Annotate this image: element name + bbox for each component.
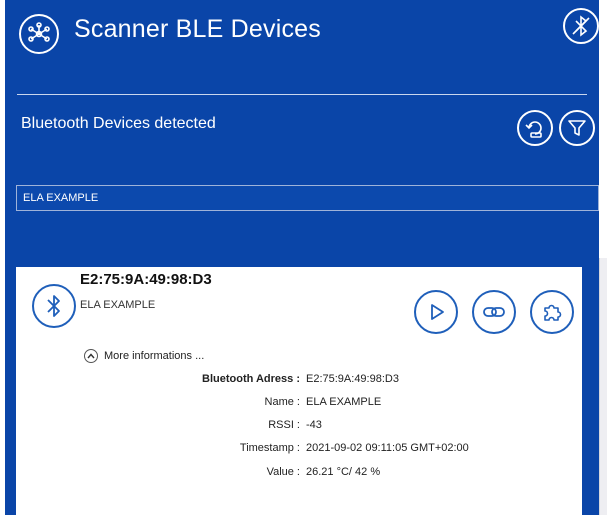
detail-value: 2021-09-02 09:11:05 GMT+02:00 (306, 442, 469, 454)
connect-button[interactable] (472, 290, 516, 334)
detail-key: RSSI : (268, 419, 300, 431)
detail-value: 26.21 °C/ 42 % (306, 466, 381, 478)
puzzle-icon (544, 304, 562, 321)
refresh-scan-icon (525, 121, 542, 138)
device-search-input[interactable] (16, 185, 599, 211)
chevron-up-icon (84, 349, 98, 363)
device-mac-address: E2:75:9A:49:98:D3 (80, 271, 212, 288)
detail-key: Value : (266, 466, 300, 478)
scrollbar-area (599, 0, 607, 515)
more-informations-toggle[interactable]: More informations ... (84, 349, 204, 363)
detail-row-timestamp: Timestamp : 2021-09-02 09:11:05 GMT+02:0… (16, 442, 582, 462)
detail-value: ELA EXAMPLE (306, 396, 382, 408)
device-name: ELA EXAMPLE (80, 299, 156, 311)
detail-row-name: Name : ELA EXAMPLE (16, 396, 582, 416)
detail-row-rssi: RSSI : -43 (16, 419, 582, 439)
bluetooth-icon (47, 295, 60, 317)
plugin-button[interactable] (530, 290, 574, 334)
detail-value: E2:75:9A:49:98:D3 (306, 373, 399, 385)
filter-button[interactable] (559, 110, 595, 146)
section-title: Bluetooth Devices detected (21, 115, 216, 132)
header-divider (17, 94, 587, 95)
bluetooth-icon-badge (32, 284, 76, 328)
scrollbar[interactable] (599, 258, 607, 515)
connect-link-icon (483, 307, 505, 317)
detail-row-address: Bluetooth Adress : E2:75:9A:49:98:D3 (16, 373, 582, 393)
play-icon (431, 304, 444, 320)
detail-key: Name : (264, 396, 300, 408)
network-nodes-icon (28, 22, 50, 42)
detail-key: Bluetooth Adress : (202, 373, 300, 385)
play-button[interactable] (414, 290, 458, 334)
bluetooth-off-button[interactable] (563, 8, 599, 44)
detail-key: Timestamp : (239, 442, 300, 454)
main-panel: Scanner BLE Devices Bluetooth Devices de… (5, 0, 599, 515)
device-card[interactable]: E2:75:9A:49:98:D3 ELA EXAMPLE More infor… (16, 267, 582, 515)
refresh-button[interactable] (517, 110, 553, 146)
app-logo (19, 14, 59, 54)
detail-value: -43 (306, 419, 322, 431)
detail-row-value: Value : 26.21 °C/ 42 % (16, 466, 582, 486)
app-title: Scanner BLE Devices (74, 15, 321, 43)
bluetooth-off-icon (572, 15, 590, 37)
more-informations-label: More informations ... (104, 350, 205, 362)
filter-icon (568, 120, 586, 136)
